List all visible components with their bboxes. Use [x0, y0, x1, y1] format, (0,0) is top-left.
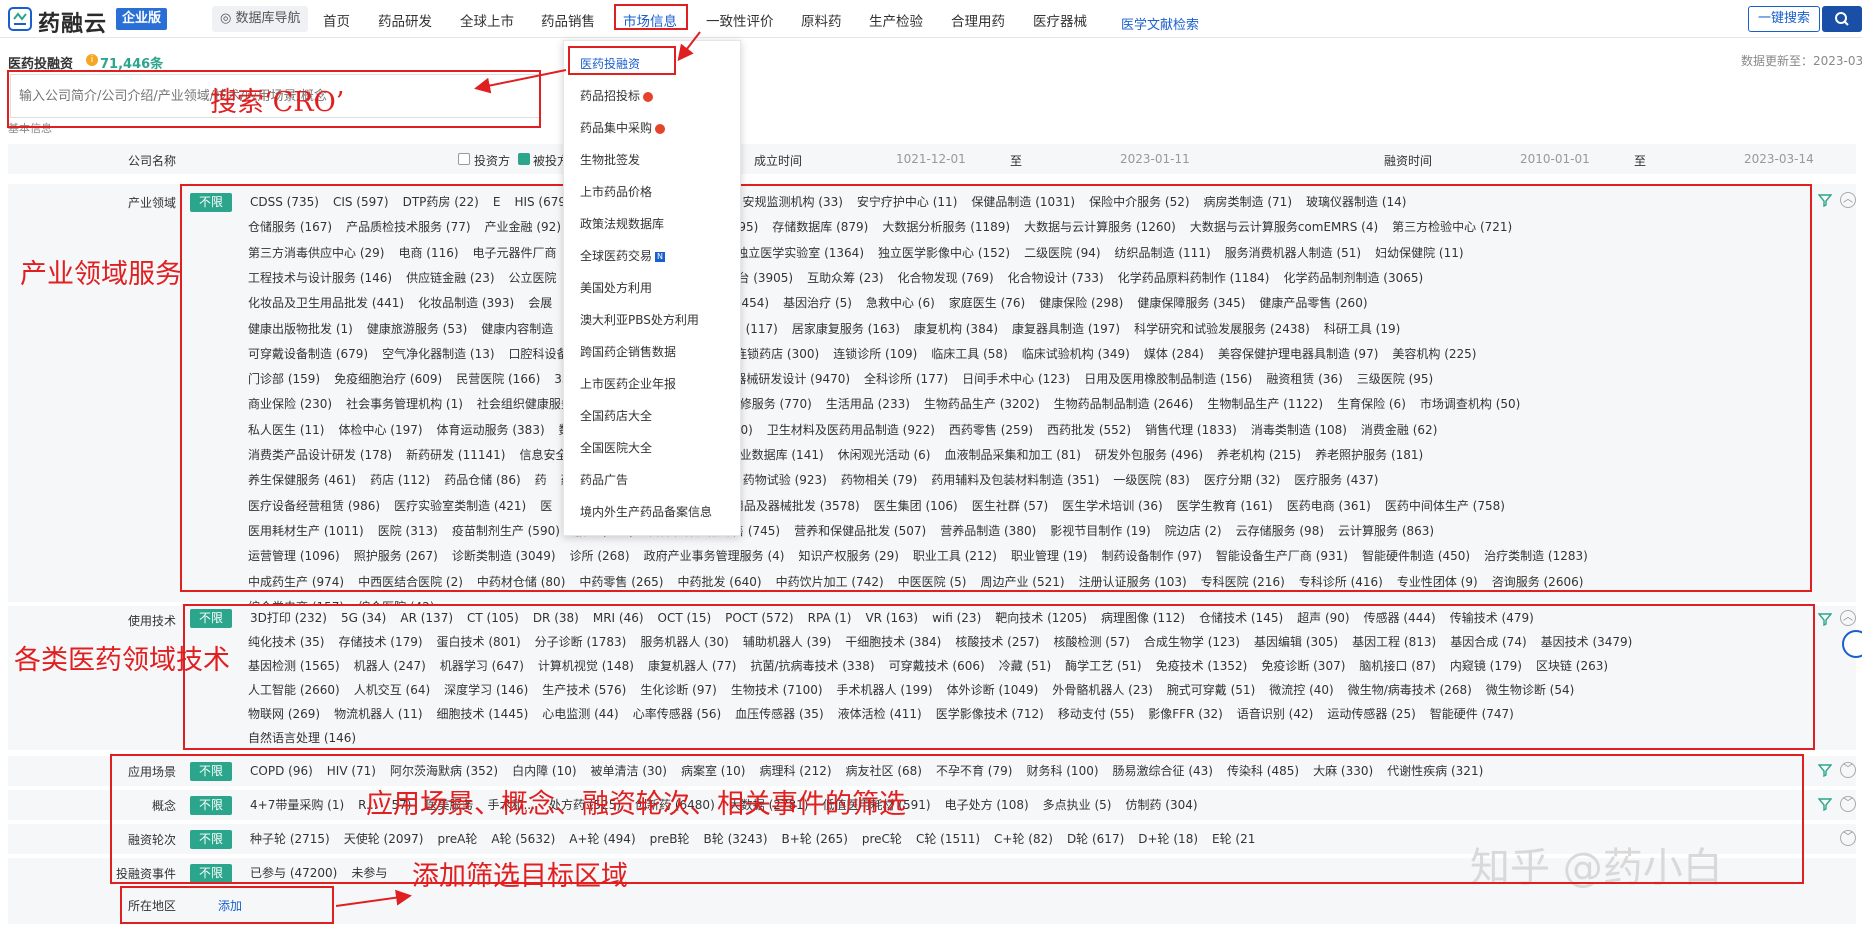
annotation-filters: 应用场景、概念、融资轮次、相关事件的筛选 [366, 789, 906, 820]
market-info-dropdown: 医药投融资 药品招投标 药品集中采购 生物批签发 上市药品价格 政策法规数据库 全球医药交易… [563, 40, 741, 536]
dropdown-item-label: 药品招投标 [580, 89, 641, 103]
collapse-icon-tech[interactable]: ︿ [1840, 610, 1856, 626]
database-nav-button[interactable]: ◎ 数据库导航 [212, 6, 308, 32]
founding-date-to[interactable]: 2023-01-11 [1120, 152, 1190, 166]
filter-icon-concept[interactable] [1818, 797, 1832, 811]
nav-rational-drug-use[interactable]: 合理用药 [951, 10, 1005, 30]
top-navigation: 药融云 企业版 ◎ 数据库导航 首页 药品研发 全球上市 药品销售 市场信息 一… [0, 0, 1862, 38]
date-separator-2: 至 [1634, 154, 1647, 168]
nav-literature-search[interactable]: 医学文献检索 [1121, 14, 1199, 33]
update-time: 数据更新至：2023-03 [1741, 54, 1862, 68]
collapse-icon[interactable]: ︿ [1840, 192, 1856, 208]
logo-icon [8, 7, 32, 31]
dropdown-item[interactable]: 澳大利亚PBS处方利用 [580, 311, 699, 328]
dropdown-item-label: 跨国药企销售数据 [580, 345, 677, 359]
annotation-box-market-info [614, 4, 688, 30]
search-button[interactable] [1822, 6, 1862, 32]
dropdown-item-label: 全球医药交易 [580, 249, 653, 263]
one-click-search-button[interactable]: 一键搜索 [1748, 6, 1820, 32]
annotation-box-industry [180, 184, 1812, 592]
annotation-tech: 各类医药领域技术 [14, 645, 230, 676]
dropdown-item-label: 政策法规数据库 [580, 217, 665, 231]
annotation-box-investment [568, 46, 676, 75]
hot-icon [643, 91, 654, 102]
dropdown-item[interactable]: 药品集中采购 [580, 119, 666, 136]
info-icon: i [86, 54, 98, 66]
nav-drug-rd[interactable]: 药品研发 [378, 10, 432, 30]
dropdown-item[interactable]: 跨国药企销售数据 [580, 343, 676, 360]
database-nav-label: 数据库导航 [235, 11, 301, 26]
annotation-search: 搜索‘CRO’ [210, 87, 345, 118]
dropdown-item[interactable]: 药品招投标 [580, 87, 654, 104]
dropdown-item-label: 上市医药企业年报 [580, 377, 677, 391]
dropdown-item-label: 美国处方利用 [580, 281, 653, 295]
founding-date-from[interactable]: 1021-12-01 [896, 152, 966, 166]
dropdown-item-label: 境内外生产药品备案信息 [580, 505, 713, 519]
dropdown-item[interactable]: 境内外生产药品备案信息 [580, 503, 712, 520]
annotation-box-region [120, 886, 334, 924]
dropdown-item[interactable]: 药品广告 [580, 471, 628, 488]
dropdown-item-label: 全国医院大全 [580, 441, 653, 455]
tech-label: 使用技术 [127, 614, 176, 628]
dropdown-item-label: 生物批签发 [580, 153, 641, 167]
annotation-industry: 产业领域服务 [20, 259, 182, 290]
nav-api[interactable]: 原料药 [801, 10, 842, 30]
financing-date-to[interactable]: 2023-03-14 [1744, 152, 1814, 166]
nav-home[interactable]: 首页 [323, 10, 350, 30]
dropdown-item[interactable]: 上市药品价格 [580, 183, 652, 200]
investor-checkbox[interactable] [458, 153, 470, 165]
nav-production-inspection[interactable]: 生产检验 [869, 10, 923, 30]
hot-icon [655, 123, 666, 134]
expand-icon-scene[interactable]: ﹀ [1840, 762, 1856, 778]
dropdown-item-label: 药品集中采购 [580, 121, 653, 135]
enterprise-badge: 企业版 [116, 8, 168, 30]
dropdown-item[interactable]: 全球医药交易 N [580, 247, 665, 264]
new-badge-icon: N [655, 251, 665, 262]
annotation-region: 添加筛选目标区域 [412, 861, 628, 892]
dropdown-item[interactable]: 全国医院大全 [580, 439, 652, 456]
side-action-button[interactable] [1842, 630, 1862, 658]
financed-checkbox[interactable] [518, 153, 530, 165]
filter-icon[interactable] [1818, 193, 1832, 207]
investor-label: 投资方 [474, 154, 511, 168]
nav-drug-sales[interactable]: 药品销售 [541, 10, 595, 30]
industry-label: 产业领域 [127, 196, 176, 210]
dropdown-item[interactable]: 政策法规数据库 [580, 215, 664, 232]
dropdown-item[interactable]: 全国药店大全 [580, 407, 652, 424]
dropdown-item-label: 澳大利亚PBS处方利用 [580, 313, 699, 327]
financing-date-from[interactable]: 2010-01-01 [1520, 152, 1590, 166]
dropdown-item-label: 上市药品价格 [580, 185, 653, 199]
filter-icon-tech[interactable] [1818, 612, 1832, 626]
dropdown-item[interactable]: 上市医药企业年报 [580, 375, 676, 392]
dropdown-item[interactable]: 美国处方利用 [580, 279, 652, 296]
date-separator: 至 [1010, 154, 1023, 168]
brand-name[interactable]: 药融云 [38, 6, 107, 38]
expand-icon-round[interactable]: ﹀ [1840, 830, 1856, 846]
company-name-label: 公司名称 [127, 154, 176, 168]
nav-global-launch[interactable]: 全球上市 [460, 10, 514, 30]
compass-icon: ◎ [220, 11, 236, 26]
dropdown-item-label: 全国药店大全 [580, 409, 653, 423]
expand-icon-concept[interactable]: ﹀ [1840, 796, 1856, 812]
search-icon [1835, 12, 1849, 26]
filter-icon-scene[interactable] [1818, 763, 1832, 777]
financing-date-label: 融资时间 [1383, 154, 1432, 168]
annotation-box-filters [110, 754, 1804, 884]
dropdown-item[interactable]: 生物批签发 [580, 151, 640, 168]
nav-medical-devices[interactable]: 医疗器械 [1033, 10, 1087, 30]
annotation-box-tech [183, 604, 1815, 750]
dropdown-item-label: 药品广告 [580, 473, 629, 487]
nav-consistency-eval[interactable]: 一致性评价 [706, 10, 774, 30]
